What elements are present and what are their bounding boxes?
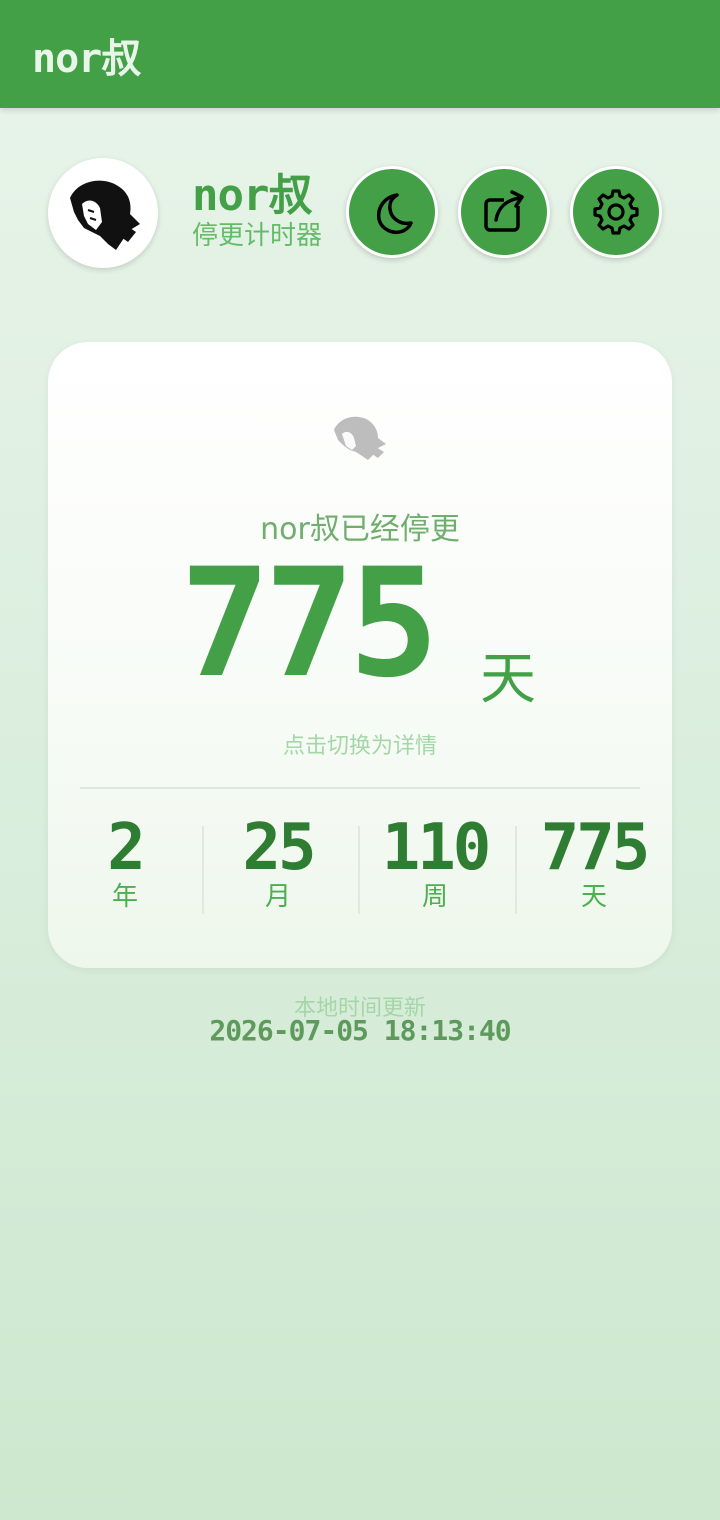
days-unit: 天 [480,647,536,712]
settings-button[interactable] [570,166,662,258]
stat-divider [515,826,517,914]
stat-weeks: 110 周 [366,816,504,914]
stat-value: 775 [540,811,651,885]
stat-years: 2 年 [82,816,168,914]
profile-subtitle: 停更计时器 [192,221,323,251]
share-icon [484,190,524,232]
avatar-portrait-image [70,180,140,250]
stat-label: 天 [580,882,607,912]
stat-value: 110 [381,811,492,885]
stat-value: 25 [242,811,316,885]
theme-toggle-button[interactable] [346,166,438,258]
stat-divider [202,826,204,914]
stat-divider [358,826,360,914]
stat-label: 年 [111,882,138,912]
gear-icon [593,189,639,235]
update-time: 2026-07-05 18:13:40 [209,1014,511,1047]
card-portrait-image [334,416,386,460]
card-avatar [328,406,392,470]
app-title: nor叔 [32,36,141,82]
moon-icon [376,193,413,234]
share-button[interactable] [458,166,550,258]
avatar[interactable] [48,158,158,268]
stat-value: 2 [107,811,146,885]
counter-card[interactable]: nor叔已经停更 775 天 点击切换为详情 2 年 25 月 110 周 77… [48,342,672,968]
stat-days: 775 天 [522,816,666,914]
tap-hint: 点击切换为详情 [282,734,437,759]
app-bar: nor叔 [0,0,720,108]
stat-months: 25 月 [224,816,332,914]
days-counter[interactable]: 775 [180,544,439,704]
profile-name: nor叔 [192,170,312,221]
stat-label: 周 [421,882,448,912]
stats-row: 2 年 25 月 110 周 775 天 [48,816,672,916]
stat-label: 月 [264,882,291,912]
card-divider [80,787,640,789]
